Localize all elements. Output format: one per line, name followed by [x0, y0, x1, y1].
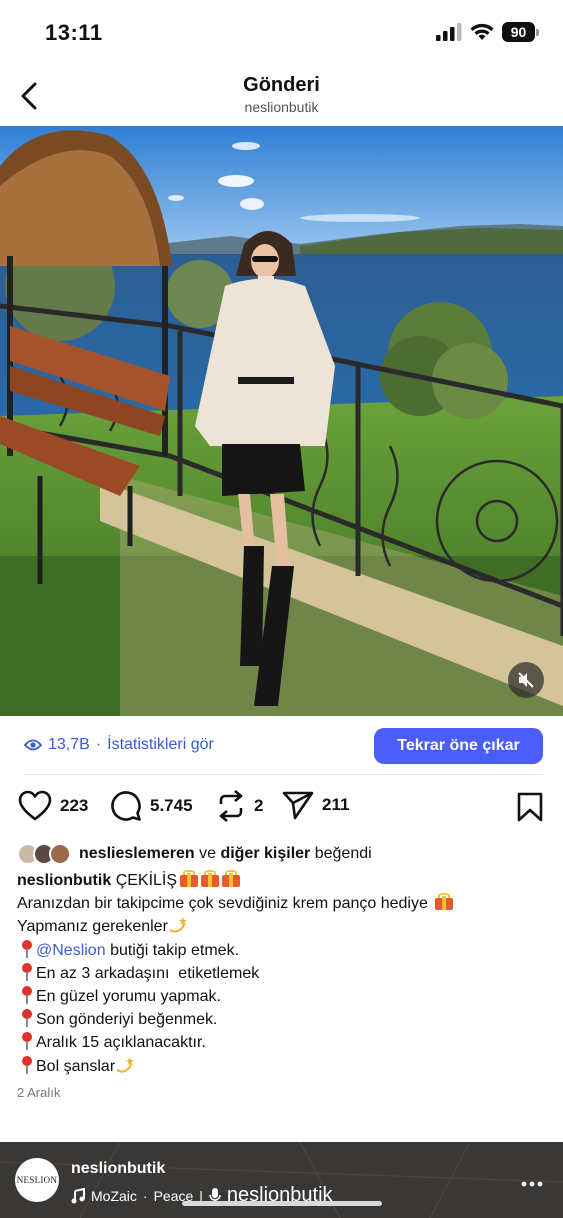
avatar: [49, 843, 71, 865]
audio-artist: MoZaic: [91, 1187, 137, 1204]
status-icons: 90: [436, 22, 539, 42]
status-time: 13:11: [45, 20, 103, 45]
caption-line: Yapmanız gerekenler: [17, 915, 549, 938]
comment-icon: [111, 791, 141, 821]
liked-by-others[interactable]: diğer kişiler: [220, 845, 310, 863]
caption-text: En güzel yorumu yapmak.: [36, 988, 221, 1006]
mention-link[interactable]: @Neslion: [36, 942, 106, 959]
paper-plane-icon: [282, 791, 314, 820]
pin-icon: [21, 1032, 33, 1051]
music-note-icon: [71, 1187, 85, 1203]
repost-icon: [219, 790, 243, 822]
actions-row: 223 5.745 2 211: [18, 790, 543, 830]
caption-text: En az 3 arkadaşını etiketlemek: [36, 964, 260, 982]
page-subtitle: neslionbutik: [244, 99, 319, 115]
preview-username[interactable]: neslionbutik: [71, 1160, 165, 1178]
caption-line: Son gönderiyi beğenmek.: [17, 1008, 549, 1031]
pin-icon: [21, 962, 33, 981]
mute-button[interactable]: [508, 662, 544, 698]
caption-line: En az 3 arkadaşını etiketlemek: [17, 962, 549, 985]
caption: neslionbutik ÇEKİLİŞ Aranızdan bir takip…: [17, 869, 549, 1078]
cellular-signal-icon: [436, 23, 462, 41]
repost-button[interactable]: 2: [216, 790, 263, 822]
status-bar: 13:11 90: [0, 0, 563, 66]
boost-again-button[interactable]: Tekrar öne çıkar: [374, 728, 543, 764]
avatar[interactable]: NESLION: [15, 1158, 59, 1202]
caption-title: ÇEKİLİŞ: [115, 872, 178, 889]
liker-avatars: [17, 843, 71, 865]
liker-username[interactable]: neslieslemeren: [79, 845, 195, 863]
post-image[interactable]: [0, 126, 563, 716]
more-dots-icon: [521, 1181, 543, 1187]
caption-username[interactable]: neslionbutik: [17, 872, 111, 889]
pin-icon: [21, 1009, 33, 1028]
pin-icon: [21, 939, 33, 958]
insights-separator: ·: [95, 736, 102, 753]
like-button[interactable]: 223: [18, 790, 88, 822]
battery-icon: 90: [502, 22, 539, 42]
caption-line: En güzel yorumu yapmak.: [17, 985, 549, 1008]
caption-line: neslionbutik ÇEKİLİŞ: [17, 869, 549, 892]
post-photo: [0, 126, 563, 716]
home-indicator: [182, 1201, 382, 1206]
wifi-icon: [470, 23, 494, 40]
eye-icon: [24, 739, 42, 751]
caption-text: Yapmanız gerekenler: [17, 918, 168, 936]
caption-text: butiği takip etmek.: [110, 941, 240, 959]
pin-icon: [21, 986, 33, 1005]
liked-by-suffix: beğendi: [314, 845, 372, 862]
liked-by-connector: ve: [199, 845, 216, 862]
insights-row: 13,7B · İstatistikleri gör Tekrar öne çı…: [24, 728, 543, 764]
post-date: 2 Aralık: [17, 1085, 61, 1100]
battery-level: 90: [502, 22, 535, 42]
caption-text: Bol şanslar: [36, 1057, 116, 1075]
caption-text: Aranızdan bir takipcime çok sevdiğiniz k…: [17, 895, 428, 913]
reposts-count: 2: [254, 796, 264, 815]
caption-line: Aralık 15 açıklanacaktır.: [17, 1031, 549, 1054]
nav-header: Gönderi neslionbutik: [0, 66, 563, 126]
bookmark-icon: [517, 792, 543, 822]
caption-line: Bol şanslar: [17, 1055, 549, 1078]
divider: [24, 774, 543, 775]
gift-icon: [435, 893, 454, 911]
gift-icon: [222, 870, 241, 887]
comment-button[interactable]: 5.745: [110, 790, 193, 822]
dizzy-star-icon: [116, 1056, 135, 1073]
shares-count: 211: [322, 795, 350, 814]
gift-icon: [201, 870, 220, 887]
liked-by-row[interactable]: neslieslemeren ve diğer kişiler beğendi: [17, 843, 372, 865]
caption-line: @Neslion butiği takip etmek.: [17, 939, 549, 962]
audio-separator: ·: [142, 1187, 148, 1204]
speaker-muted-icon: [518, 672, 534, 688]
caption-text: Son gönderiyi beğenmek.: [36, 1011, 218, 1029]
dizzy-star-icon: [169, 917, 187, 933]
comments-count: 5.745: [150, 796, 193, 815]
save-button[interactable]: [517, 792, 543, 827]
heart-icon: [18, 790, 52, 821]
insights-link[interactable]: 13,7B · İstatistikleri gör: [24, 736, 214, 754]
insights-link-label: İstatistikleri gör: [107, 736, 214, 753]
page-title: Gönderi: [243, 74, 320, 96]
share-button[interactable]: 211: [282, 790, 349, 820]
caption-text: Aralık 15 açıklanacaktır.: [36, 1034, 206, 1052]
gift-icon: [180, 870, 199, 887]
views-count: 13,7B: [48, 736, 90, 753]
pin-icon: [21, 1055, 33, 1074]
next-post-preview[interactable]: NESLION neslionbutik MoZaic · Peace | ne…: [0, 1142, 563, 1218]
caption-line: Aranızdan bir takipcime çok sevdiğiniz k…: [17, 892, 549, 915]
more-options-button[interactable]: [521, 1174, 543, 1192]
likes-count: 223: [60, 796, 89, 815]
